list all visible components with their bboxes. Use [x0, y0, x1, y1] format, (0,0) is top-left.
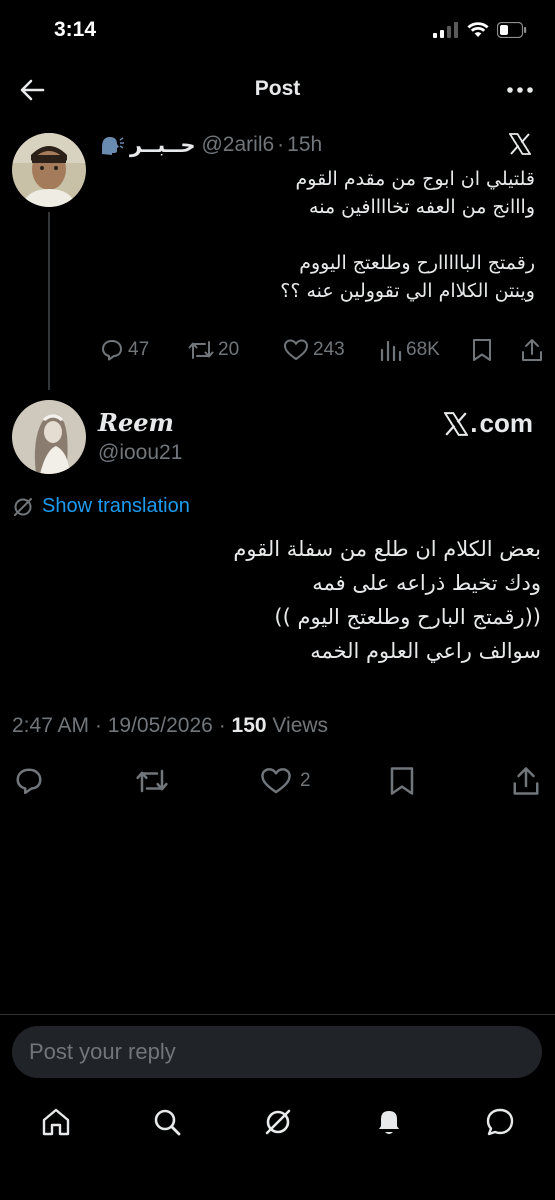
quoted-text-line: وينتن الكلاام الي تقوولين عنه ؟؟	[280, 280, 535, 302]
quoted-text-line: وااانج من العفه تخاااافين منه	[309, 196, 535, 218]
quoted-tweet-text: قلتيلي ان ابوج من مقدم القوم وااانج من ا…	[100, 165, 535, 305]
reply-icon	[16, 768, 42, 795]
bookmark-icon	[473, 339, 491, 361]
quoted-like-button[interactable]: 243	[283, 338, 345, 362]
post-text-line: ((رقمتج البارح وطلعتج اليوم ))	[274, 605, 541, 629]
post-author-name[interactable]: Reem	[98, 408, 174, 437]
xcom-watermark: . com	[444, 408, 533, 439]
post-avatar[interactable]	[12, 400, 86, 474]
quoted-author-handle[interactable]: @2aril6	[201, 133, 274, 157]
post-header: Post	[0, 60, 555, 118]
speaking-head-emoji-icon	[102, 137, 124, 155]
quoted-action-bar: 47 20 243 68K	[100, 338, 543, 368]
quoted-views-count: 68K	[406, 339, 440, 360]
cellular-signal-icon	[433, 22, 458, 38]
post-time[interactable]: 2:47 AM	[12, 714, 89, 737]
bottom-tab-bar	[0, 1100, 555, 1144]
post-reply-button[interactable]	[14, 766, 44, 796]
quoted-repost-button[interactable]: 20	[188, 338, 239, 362]
post-bookmark-button[interactable]	[388, 766, 416, 796]
repost-icon	[188, 341, 214, 359]
post-text-line: بعض الكلام ان طلع من سفلة القوم	[233, 537, 541, 561]
thread-line	[48, 212, 50, 390]
share-icon	[513, 767, 539, 795]
quoted-separator: ·	[277, 133, 285, 156]
post-avatar-image	[12, 400, 86, 474]
messages-icon[interactable]	[484, 1106, 516, 1138]
bookmark-icon	[390, 767, 414, 795]
quoted-text-blank	[100, 221, 535, 249]
quoted-share-button[interactable]	[520, 338, 544, 362]
repost-icon	[136, 769, 168, 793]
grok-icon[interactable]	[262, 1106, 294, 1138]
quoted-views-button[interactable]: 68K	[380, 338, 440, 362]
reply-box[interactable]	[12, 1026, 542, 1078]
quoted-bookmark-button[interactable]	[471, 338, 493, 362]
quoted-avatar[interactable]	[12, 133, 86, 207]
post-like-button[interactable]: 2	[260, 766, 311, 796]
battery-icon	[497, 22, 527, 38]
post-action-bar: 2	[0, 760, 555, 800]
post-metadata: 2:47 AM · 19/05/2026 · 150 Views	[12, 714, 329, 737]
post-share-button[interactable]	[511, 766, 541, 796]
quoted-author-row: حــبــر @2aril6 · 15h	[100, 130, 535, 160]
post-date[interactable]: 19/05/2026	[108, 714, 213, 737]
post-like-count: 2	[300, 770, 311, 791]
post-author-handle[interactable]: @ioou21	[98, 441, 182, 465]
status-bar: 3:14	[0, 0, 555, 60]
post-text-line: ودك تخيط ذراعه على فمه	[312, 571, 541, 595]
quoted-repost-count: 20	[218, 339, 240, 360]
quoted-avatar-image	[12, 133, 86, 207]
quoted-text-line: قلتيلي ان ابوج من مقدم القوم	[295, 168, 535, 190]
status-icons	[433, 22, 527, 38]
xcom-suffix: com	[479, 408, 533, 438]
quoted-author-name[interactable]: حــبــر	[130, 133, 195, 158]
quoted-text-line: رقمتج البااااارح وطلعتج اليووم	[299, 252, 535, 274]
post-repost-button[interactable]	[135, 766, 169, 796]
x-logo-icon	[509, 133, 531, 155]
quoted-reply-button[interactable]: 47	[100, 338, 149, 362]
quoted-like-count: 243	[313, 339, 345, 360]
share-icon	[522, 339, 542, 361]
reply-icon	[102, 340, 122, 361]
wifi-icon	[467, 22, 489, 37]
post-views-count: 150	[231, 714, 267, 737]
translate-icon	[14, 497, 32, 516]
views-icon	[380, 340, 402, 362]
page-title: Post	[254, 77, 301, 100]
search-icon[interactable]	[151, 1106, 183, 1138]
post-views-label: Views	[272, 714, 329, 737]
home-icon[interactable]	[40, 1106, 72, 1138]
reply-input[interactable]	[12, 1026, 542, 1078]
show-translation-label[interactable]: Show translation	[42, 495, 190, 518]
more-icon[interactable]	[505, 78, 535, 102]
post-text-line: سوالف راعي العلوم الخمه	[310, 639, 541, 663]
like-icon	[284, 339, 308, 360]
notifications-icon[interactable]	[373, 1106, 405, 1138]
x-logo-icon	[444, 411, 469, 436]
post-text: بعض الكلام ان طلع من سفلة القوم ودك تخيط…	[12, 532, 541, 668]
quoted-time: 15h	[287, 133, 323, 156]
reply-divider	[0, 1014, 555, 1015]
quoted-reply-count: 47	[128, 339, 150, 360]
show-translation-link[interactable]: Show translation	[12, 495, 190, 518]
like-icon	[261, 768, 291, 794]
status-time: 3:14	[54, 18, 97, 41]
